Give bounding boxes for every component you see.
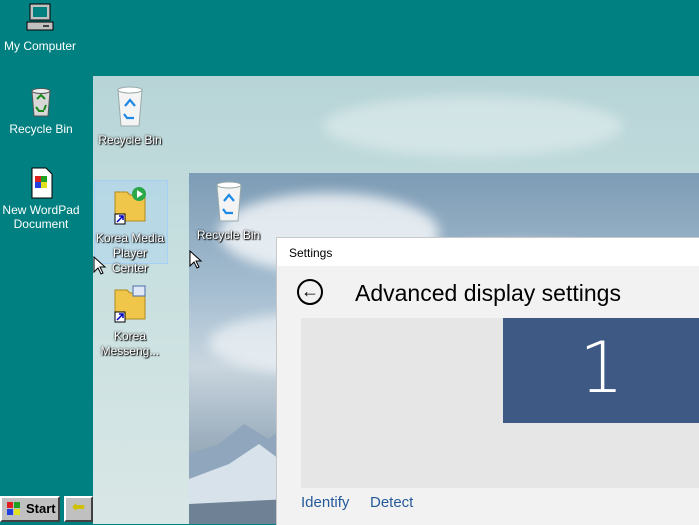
desktop-icon-label: New WordPad Document: [2, 203, 80, 231]
desktop-icon-recycle-bin[interactable]: Recycle Bin: [0, 85, 86, 136]
desktop-icon-label: Korea Messeng...: [100, 329, 160, 358]
recycle-bin-icon: [31, 88, 51, 117]
desktop-icon-my-computer[interactable]: My Computer: [0, 2, 85, 53]
recycle-bin-icon: [117, 86, 143, 127]
desktop-icon-label: Recycle Bin: [9, 122, 73, 136]
desktop-icon-wordpad-document[interactable]: New WordPad Document: [0, 166, 86, 231]
mouse-cursor-icon: [93, 256, 107, 275]
desktop-icon-label: Recycle Bin: [196, 228, 261, 242]
back-arrow-icon[interactable]: ←: [297, 279, 323, 305]
identify-link[interactable]: Identify: [301, 494, 349, 511]
recycle-bin-icon: [215, 181, 242, 222]
left-arrow-icon: ⬅: [71, 499, 86, 516]
page-title: Advanced display settings: [355, 280, 621, 306]
mouse-cursor-icon: [189, 250, 203, 269]
computer-icon: [26, 3, 54, 31]
folder-shortcut-icon: [114, 285, 146, 323]
wordpad-document-icon: [31, 167, 53, 199]
monitor-tile[interactable]: 1: [503, 318, 699, 423]
start-label: Start: [26, 501, 56, 516]
settings-window: Settings ← Advanced display settings 1 I…: [276, 237, 699, 525]
settings-header: ← Advanced display settings: [277, 266, 699, 318]
desktop-icon-korea-messenger[interactable]: Korea Messeng...: [95, 280, 165, 359]
desktop-icon-recycle-bin-2[interactable]: Recycle Bin: [95, 84, 165, 147]
back-arrow-button[interactable]: ⬅: [64, 496, 93, 522]
detect-link[interactable]: Detect: [370, 494, 413, 511]
folder-shortcut-icon: [114, 187, 146, 225]
window-title: Settings: [277, 238, 699, 266]
desktop-icon-recycle-bin-3[interactable]: Recycle Bin: [191, 179, 266, 242]
desktop-icon-label: Recycle Bin: [98, 133, 162, 147]
desktop-icon-label: My Computer: [3, 39, 77, 53]
start-button[interactable]: Start: [0, 496, 60, 522]
windows-logo-icon: [7, 502, 20, 515]
